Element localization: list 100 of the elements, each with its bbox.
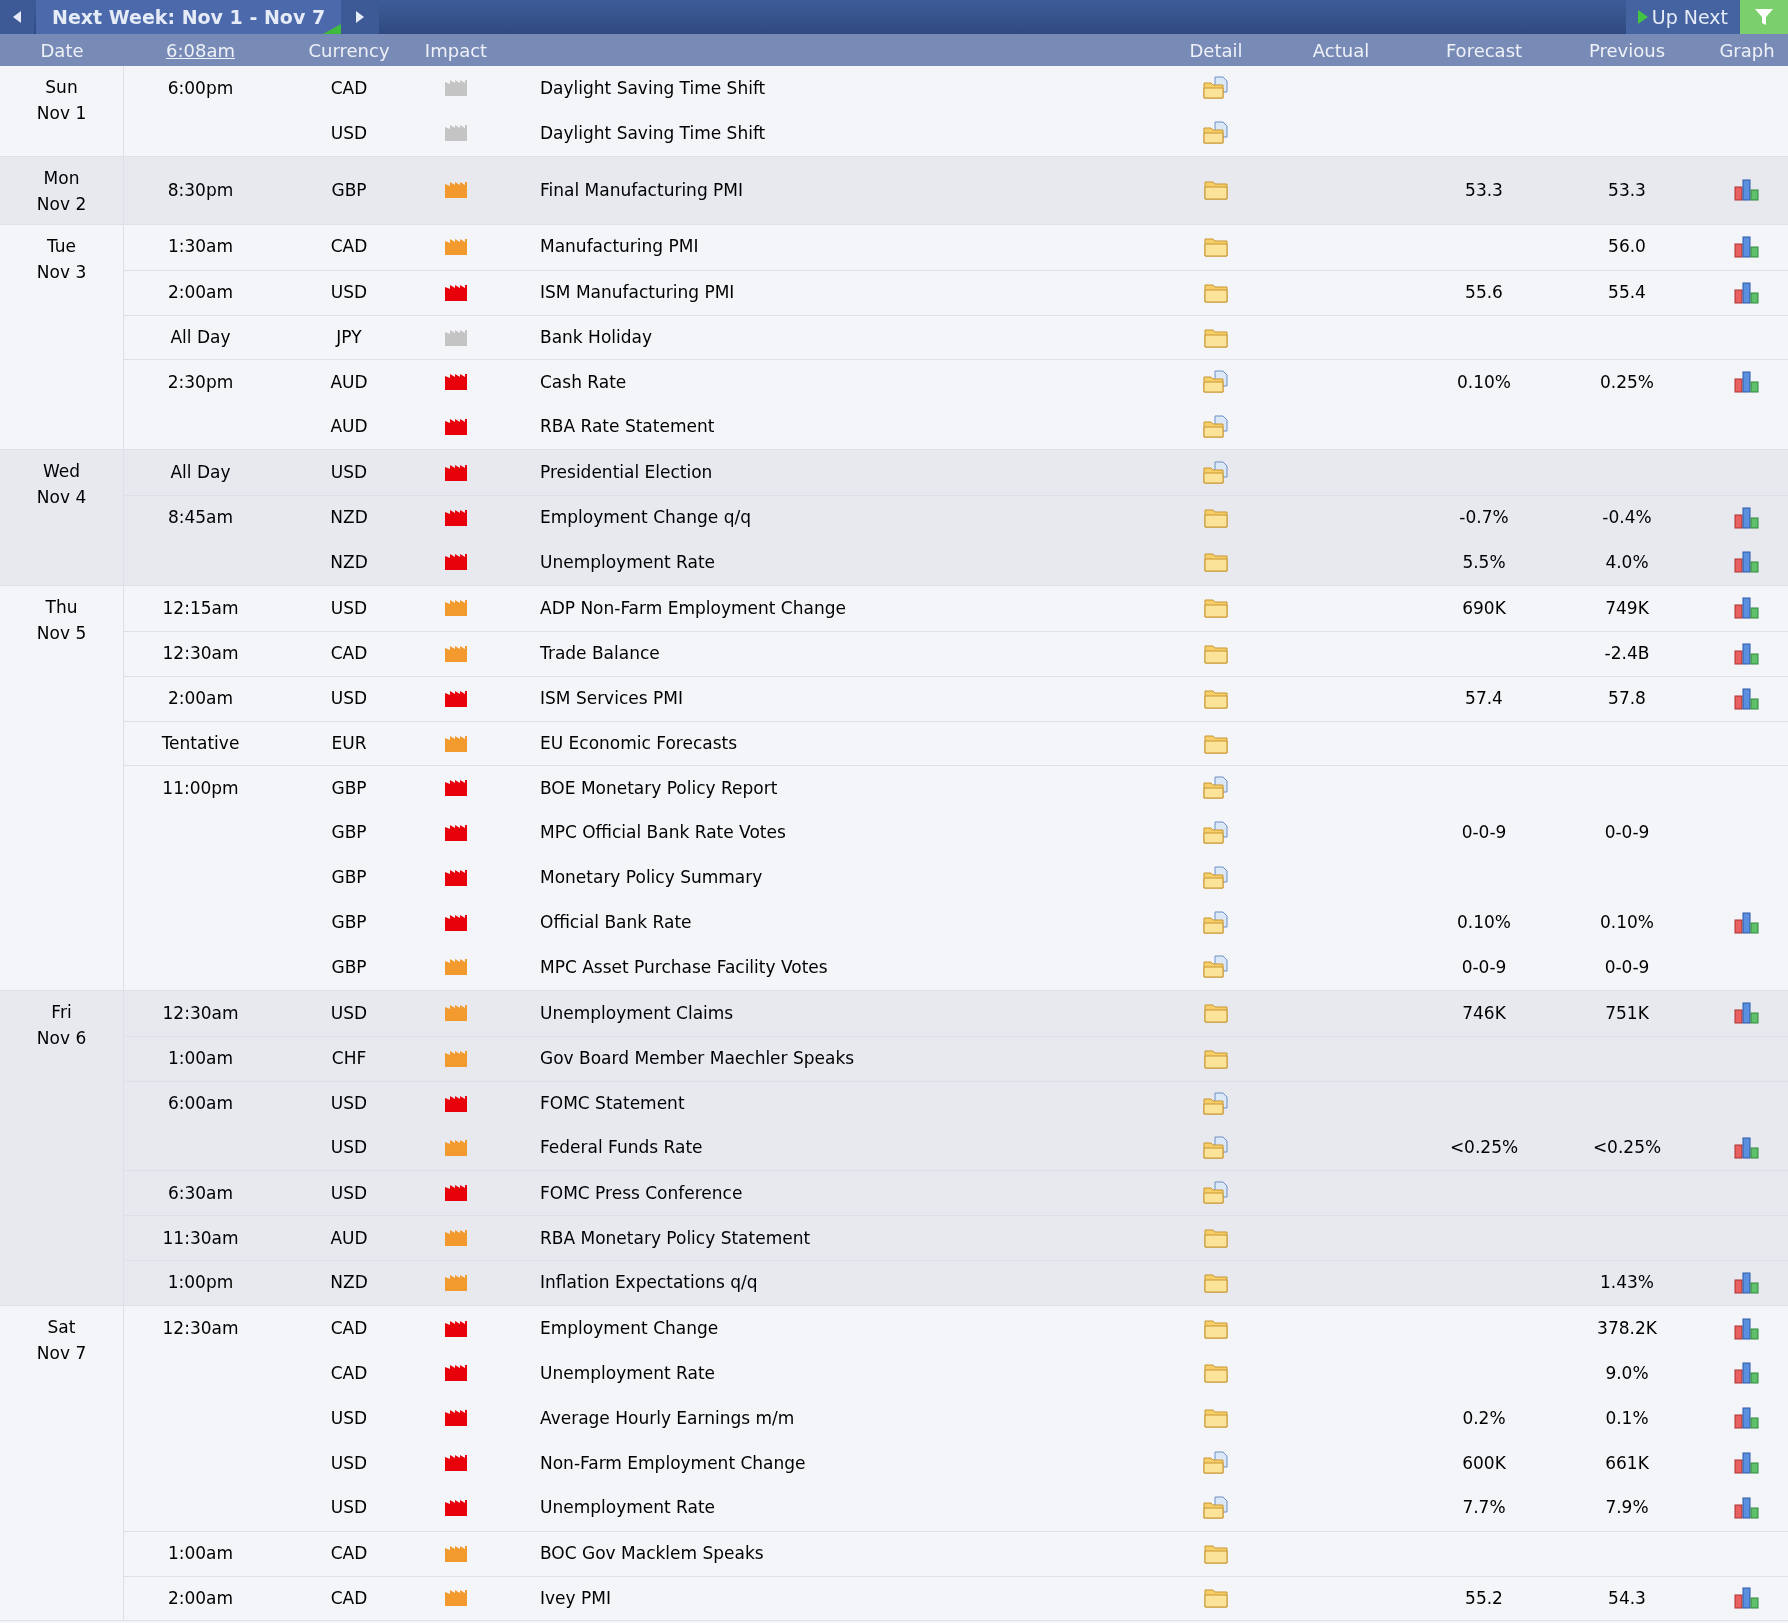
folder-icon[interactable] xyxy=(1204,1543,1228,1564)
bar-chart-icon[interactable] xyxy=(1734,911,1760,934)
day-label: Sun xyxy=(45,76,78,99)
previous-cell-text: -0.4% xyxy=(1602,506,1652,530)
previous-cell-text: 378.2K xyxy=(1597,1316,1657,1340)
event-title: FOMC Statement xyxy=(540,1092,685,1113)
currency-cell-text: USD xyxy=(330,1451,368,1475)
folder-icon[interactable] xyxy=(1204,282,1228,303)
bar-chart-icon[interactable] xyxy=(1734,179,1760,202)
currency-cell-text: USD xyxy=(330,1496,368,1520)
forecast-cell-text: 0-0-9 xyxy=(1461,821,1507,845)
date-label: Nov 3 xyxy=(36,260,87,284)
folder-icon[interactable] xyxy=(1204,688,1228,709)
bar-chart-icon[interactable] xyxy=(1734,1407,1760,1430)
folder-document-icon[interactable] xyxy=(1203,76,1229,101)
bar-chart-icon[interactable] xyxy=(1734,1497,1760,1520)
previous-cell-text: 0.10% xyxy=(1600,910,1654,934)
folder-icon[interactable] xyxy=(1204,552,1228,573)
previous-cell-text: 7.9% xyxy=(1605,1496,1649,1520)
time-cell-text: 6:30am xyxy=(167,1181,234,1205)
forecast-cell-text: 0.2% xyxy=(1462,1406,1506,1430)
folder-icon[interactable] xyxy=(1204,180,1228,201)
left-arrow-icon xyxy=(13,11,21,23)
time-cell-text: 11:30am xyxy=(162,1226,239,1250)
bar-chart-icon[interactable] xyxy=(1734,281,1760,304)
folder-icon[interactable] xyxy=(1204,1228,1228,1249)
bar-chart-icon[interactable] xyxy=(1734,236,1760,259)
event-title: Non-Farm Employment Change xyxy=(540,1452,806,1473)
previous-cell-text: 55.4 xyxy=(1608,280,1646,304)
bar-chart-icon[interactable] xyxy=(1734,1452,1760,1475)
bar-chart-icon[interactable] xyxy=(1734,1587,1760,1610)
bar-chart-icon[interactable] xyxy=(1734,551,1760,574)
bar-chart-icon[interactable] xyxy=(1734,1002,1760,1025)
folder-icon[interactable] xyxy=(1204,1408,1228,1429)
time-cell-text: 8:30pm xyxy=(167,178,234,202)
event-title: Unemployment Rate xyxy=(540,1497,716,1518)
column-header: Forecast xyxy=(1444,38,1524,63)
currency-cell-text: USD xyxy=(330,596,368,620)
bar-chart-icon[interactable] xyxy=(1734,687,1760,710)
currency-cell-text: AUD xyxy=(330,1226,368,1250)
bar-chart-icon[interactable] xyxy=(1734,642,1760,665)
folder-document-icon[interactable] xyxy=(1203,1496,1229,1521)
event-title: RBA Rate Statement xyxy=(540,416,715,437)
time-cell-text: All Day xyxy=(170,460,231,484)
folder-icon[interactable] xyxy=(1204,327,1228,348)
folder-icon[interactable] xyxy=(1204,1318,1228,1339)
time-cell-text: 6:00am xyxy=(167,1091,234,1115)
currency-cell-text: GBP xyxy=(331,910,367,934)
folder-document-icon[interactable] xyxy=(1203,1136,1229,1161)
forecast-cell-text: 600K xyxy=(1462,1451,1506,1475)
folder-icon[interactable] xyxy=(1204,237,1228,258)
folder-document-icon[interactable] xyxy=(1203,1181,1229,1206)
folder-icon[interactable] xyxy=(1204,1363,1228,1384)
forecast-cell-text: 7.7% xyxy=(1462,1496,1506,1520)
up-next-button[interactable]: Up Next xyxy=(1625,0,1740,34)
folder-icon[interactable] xyxy=(1204,1048,1228,1069)
bar-chart-icon[interactable] xyxy=(1734,1317,1760,1340)
date-label: Nov 2 xyxy=(36,192,87,216)
folder-icon[interactable] xyxy=(1204,733,1228,754)
folder-icon[interactable] xyxy=(1204,1273,1228,1294)
currency-cell-text: NZD xyxy=(330,1271,368,1295)
folder-document-icon[interactable] xyxy=(1203,910,1229,935)
time-cell-text: 2:00am xyxy=(167,1586,234,1610)
time-cell-text: 2:00am xyxy=(167,280,234,304)
event-title: BOE Monetary Policy Report xyxy=(540,777,778,798)
bar-chart-icon[interactable] xyxy=(1734,1272,1760,1295)
bar-chart-icon[interactable] xyxy=(1734,597,1760,620)
folder-icon[interactable] xyxy=(1204,1003,1228,1024)
folder-document-icon[interactable] xyxy=(1203,414,1229,439)
folder-document-icon[interactable] xyxy=(1203,1091,1229,1116)
folder-icon[interactable] xyxy=(1204,598,1228,619)
bar-chart-icon[interactable] xyxy=(1734,371,1760,394)
previous-cell-text: -2.4B xyxy=(1604,642,1650,665)
event-title: Gov Board Member Maechler Speaks xyxy=(540,1048,855,1068)
folder-document-icon[interactable] xyxy=(1203,776,1229,801)
bar-chart-icon[interactable] xyxy=(1734,507,1760,530)
bar-chart-icon[interactable] xyxy=(1734,1137,1760,1160)
filter-button[interactable] xyxy=(1740,0,1788,34)
day-label: Fri xyxy=(51,1000,72,1024)
previous-cell-text: <0.25% xyxy=(1592,1136,1662,1160)
folder-document-icon[interactable] xyxy=(1203,121,1229,146)
folder-document-icon[interactable] xyxy=(1203,460,1229,485)
bar-chart-icon[interactable] xyxy=(1734,1362,1760,1385)
time-cell-text: 12:30am xyxy=(162,1316,239,1340)
event-title: Federal Funds Rate xyxy=(540,1137,703,1158)
folder-document-icon[interactable] xyxy=(1203,820,1229,845)
event-title: RBA Monetary Policy Statement xyxy=(540,1227,811,1248)
event-title: Employment Change q/q xyxy=(540,507,751,528)
event-title: Unemployment Rate xyxy=(540,551,716,572)
folder-document-icon[interactable] xyxy=(1203,370,1229,395)
folder-document-icon[interactable] xyxy=(1203,1451,1229,1476)
forecast-cell-text: 57.4 xyxy=(1465,686,1503,710)
currency-cell-text: CAD xyxy=(330,642,368,665)
day-label: Mon xyxy=(43,166,80,190)
folder-icon[interactable] xyxy=(1204,643,1228,664)
folder-document-icon[interactable] xyxy=(1203,865,1229,890)
folder-icon[interactable] xyxy=(1204,1588,1228,1609)
folder-icon[interactable] xyxy=(1204,508,1228,529)
folder-document-icon[interactable] xyxy=(1203,955,1229,980)
current-time-link[interactable]: 6:08am xyxy=(166,36,235,64)
